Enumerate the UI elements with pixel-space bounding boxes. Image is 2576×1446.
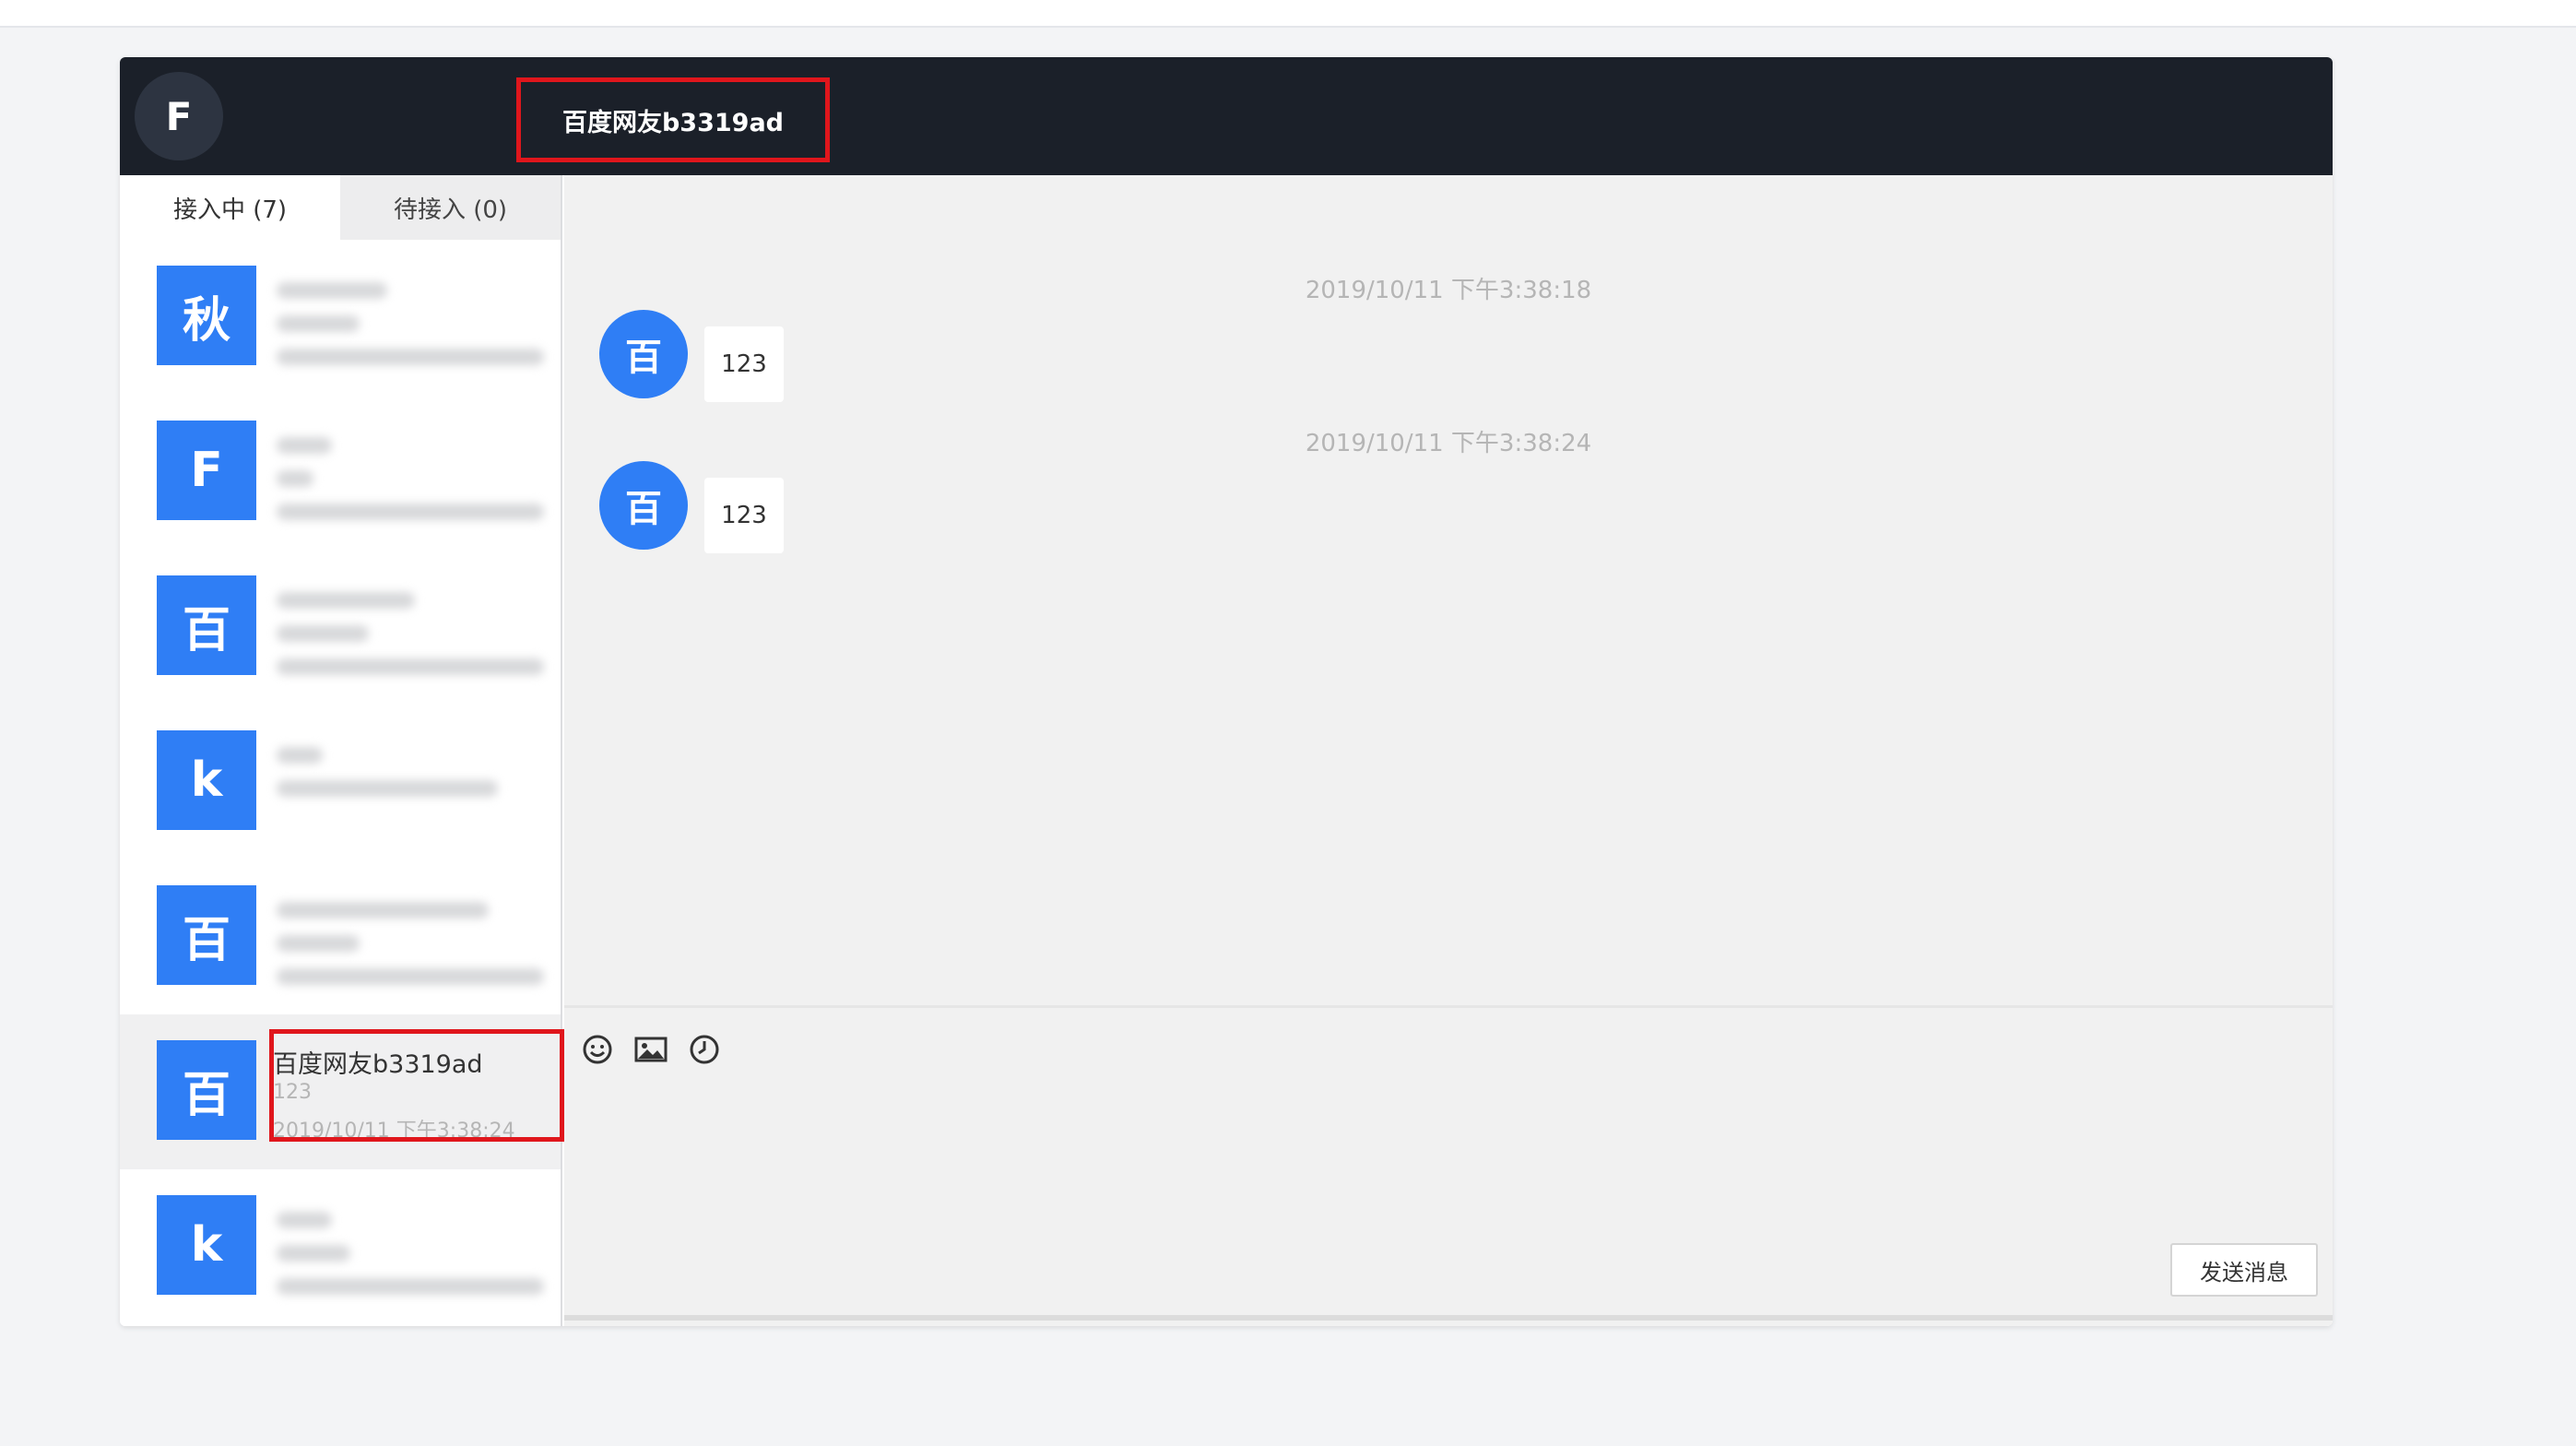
conversation-avatar: 百	[157, 575, 256, 675]
conversation-avatar: 秋	[157, 266, 256, 365]
conversation-info: 百度网友b3319ad 123 2019/10/11 下午3:38:24	[273, 1037, 553, 1147]
tab-waiting[interactable]: 待接入 (0)	[340, 175, 561, 240]
blurred-time	[277, 349, 544, 365]
sidebar-tabs: 接入中 (7) 待接入 (0)	[120, 175, 561, 240]
blurred-name	[277, 747, 323, 764]
current-chat-title: 百度网友b3319ad	[561, 108, 785, 137]
send-message-button[interactable]: 发送消息	[2170, 1243, 2318, 1297]
conversation-item[interactable]: F	[120, 395, 561, 550]
current-chat-title-highlight: 百度网友b3319ad	[516, 77, 830, 162]
conversation-avatar: k	[157, 1195, 256, 1295]
conversation-item[interactable]: k	[120, 1169, 561, 1324]
conversation-item[interactable]: k	[120, 705, 561, 859]
conversation-item[interactable]: 秋	[120, 240, 561, 395]
message-timestamp: 2019/10/11 下午3:38:24	[1305, 430, 1592, 457]
conversation-name: 百度网友b3319ad	[273, 1050, 483, 1079]
clock-icon[interactable]	[686, 1031, 723, 1068]
browser-top-strip	[0, 0, 2576, 28]
message-avatar: 百	[599, 310, 688, 398]
smiley-icon[interactable]	[579, 1031, 616, 1068]
blurred-time	[277, 658, 544, 675]
app-header: F 百度网友b3319ad	[120, 57, 2333, 175]
conversation-item[interactable]: 百	[120, 550, 561, 705]
conversation-avatar: F	[157, 421, 256, 520]
conversation-avatar: 百	[157, 1040, 256, 1140]
tab-connected[interactable]: 接入中 (7)	[120, 175, 340, 240]
blurred-name	[277, 592, 415, 609]
blurred-message	[277, 1245, 350, 1262]
composer-toolbar	[579, 1031, 723, 1068]
message-list[interactable]: 2019/10/11 下午3:38:18 百 123 2019/10/11 下午…	[564, 175, 2333, 1005]
conversation-time: 2019/10/11 下午3:38:24	[273, 1120, 515, 1143]
message-timestamp: 2019/10/11 下午3:38:18	[1305, 277, 1592, 304]
chat-bottom-border	[564, 1315, 2333, 1321]
blurred-name	[277, 902, 489, 919]
chat-panel: 2019/10/11 下午3:38:18 百 123 2019/10/11 下午…	[564, 175, 2333, 1326]
message-bubble: 123	[704, 478, 784, 553]
composer-divider	[564, 1005, 2333, 1008]
conversation-item-selected[interactable]: 百 百度网友b3319ad 123 2019/10/11 下午3:38:24	[120, 1014, 564, 1169]
blurred-message	[277, 935, 360, 952]
blurred-time	[277, 504, 544, 520]
blurred-time	[277, 968, 544, 985]
blurred-message	[277, 470, 313, 487]
conversation-item[interactable]: 百	[120, 859, 561, 1014]
conversation-sidebar: 接入中 (7) 待接入 (0) 秋 F 百 k 百 百 百度网友b3319ad …	[120, 175, 564, 1326]
conversation-avatar: k	[157, 730, 256, 830]
message-bubble: 123	[704, 326, 784, 402]
blurred-name	[277, 282, 387, 299]
conversation-last-message: 123	[273, 1081, 312, 1104]
blurred-time	[277, 1278, 544, 1295]
chat-app-window: F 百度网友b3319ad 接入中 (7) 待接入 (0) 秋 F 百 k 百 …	[120, 57, 2333, 1326]
message-avatar: 百	[599, 461, 688, 550]
blurred-name	[277, 1212, 332, 1228]
image-icon[interactable]	[632, 1031, 669, 1068]
blurred-message	[277, 780, 498, 797]
blurred-name	[277, 437, 332, 454]
agent-avatar[interactable]: F	[135, 72, 223, 160]
blurred-message	[277, 625, 369, 642]
blurred-message	[277, 315, 360, 332]
conversation-avatar: 百	[157, 885, 256, 985]
